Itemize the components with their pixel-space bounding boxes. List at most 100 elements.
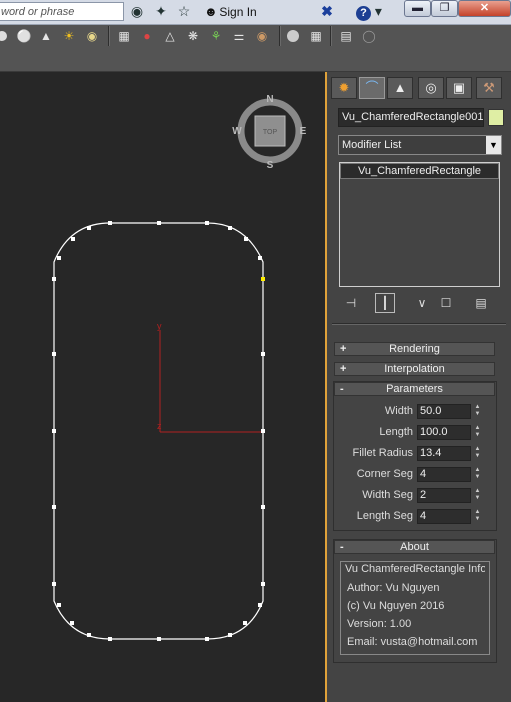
selected-vertex[interactable] <box>261 277 265 281</box>
vertex[interactable] <box>243 621 247 625</box>
corner-seg-spinner[interactable]: ▲ ▼ <box>473 467 482 482</box>
vertex[interactable] <box>261 582 265 586</box>
search-input[interactable]: word or phrase <box>0 2 124 21</box>
vertex[interactable] <box>71 237 75 241</box>
tab-modify[interactable]: ⌒ <box>359 77 385 99</box>
particle-icon[interactable]: ❋ <box>185 28 201 44</box>
rollout-interpolation[interactable]: + Interpolation <box>334 362 495 376</box>
molecule-icon[interactable]: ● <box>139 28 155 44</box>
corner-seg-field[interactable]: 4 <box>417 467 471 482</box>
vertex[interactable] <box>205 637 209 641</box>
modifier-stack[interactable] <box>339 162 500 287</box>
tab-create[interactable]: ✹ <box>331 77 357 99</box>
sun-icon[interactable]: ☀ <box>61 28 77 44</box>
vertex[interactable] <box>258 256 262 260</box>
vertex[interactable] <box>157 637 161 641</box>
rollout-about[interactable]: - About <box>334 540 495 554</box>
width-seg-field[interactable]: 2 <box>417 488 471 503</box>
rollout-rendering[interactable]: + Rendering <box>334 342 495 356</box>
vertex[interactable] <box>87 633 91 637</box>
spline-vertices <box>52 221 265 641</box>
vertex[interactable] <box>261 505 265 509</box>
sphere-icon[interactable] <box>0 28 10 44</box>
length-spinner[interactable]: ▲ ▼ <box>473 425 482 440</box>
pin-stack-icon[interactable]: ⊣ <box>342 294 360 312</box>
document-icon[interactable]: ▤ <box>338 28 354 44</box>
sign-in-button[interactable]: ☻ Sign In <box>204 2 257 21</box>
length-seg-field[interactable]: 4 <box>417 509 471 524</box>
vertex[interactable] <box>52 582 56 586</box>
help-icon[interactable]: ◯ <box>361 28 377 44</box>
vertex[interactable] <box>70 621 74 625</box>
viewcube[interactable]: TOP N S E W <box>232 94 306 171</box>
bone-icon[interactable]: △ <box>162 28 178 44</box>
camera-icon[interactable]: ◉ <box>254 28 270 44</box>
star-icon[interactable]: ☆ <box>175 2 193 21</box>
viewport-top[interactable]: y z TOP N S E W <box>0 72 325 702</box>
width-spinner[interactable]: ▲ ▼ <box>473 404 482 419</box>
vertex[interactable] <box>52 277 56 281</box>
width-field[interactable]: 50.0 <box>417 404 471 419</box>
vertex[interactable] <box>258 603 262 607</box>
object-name-field[interactable]: Vu_ChamferedRectangle001 <box>338 108 484 127</box>
vertex[interactable] <box>157 221 161 225</box>
vertex[interactable] <box>205 221 209 225</box>
viewport-canvas[interactable]: y z TOP N S E W <box>0 72 325 702</box>
restore-button[interactable]: ❐ <box>431 0 458 17</box>
make-unique-icon[interactable]: ∨ <box>413 294 431 312</box>
corner-seg-label: Corner Seg <box>356 468 413 480</box>
rollout-parameters[interactable]: - Parameters <box>334 382 495 396</box>
vertex[interactable] <box>108 637 112 641</box>
configure-sets-icon[interactable]: ▤ <box>472 294 490 312</box>
vertex[interactable] <box>87 226 91 230</box>
grid-icon[interactable]: ▦ <box>116 28 132 44</box>
vertex[interactable] <box>52 352 56 356</box>
close-button[interactable]: ✕ <box>458 0 511 17</box>
vertex[interactable] <box>261 352 265 356</box>
vertex[interactable] <box>57 256 61 260</box>
compass-west: W <box>232 126 242 137</box>
window-controls: ▬ ❐ ✕ <box>404 0 511 20</box>
vertex[interactable] <box>244 237 248 241</box>
tab-utilities[interactable]: ⚒ <box>476 77 502 99</box>
length-seg-spinner[interactable]: ▲ ▼ <box>473 509 482 524</box>
donut-icon[interactable]: ⚪ <box>16 28 32 44</box>
table-icon[interactable]: ▦ <box>308 28 324 44</box>
tab-display[interactable]: ▣ <box>446 77 472 99</box>
object-color-swatch[interactable] <box>488 109 504 126</box>
vertex[interactable] <box>52 505 56 509</box>
binoculars-icon[interactable]: ◉ <box>128 2 146 21</box>
chevron-down-icon[interactable]: ▼ <box>486 136 501 154</box>
tab-motion[interactable]: ◎ <box>418 77 444 99</box>
modifier-stack-item[interactable]: Vu_ChamferedRectangle <box>340 163 499 179</box>
toolbar-separator <box>108 26 110 46</box>
vertex[interactable] <box>108 221 112 225</box>
fillet-radius-spinner[interactable]: ▲ ▼ <box>473 446 482 461</box>
plant-icon[interactable]: ⚘ <box>208 28 224 44</box>
vertex[interactable] <box>52 429 56 433</box>
vertex[interactable] <box>261 429 265 433</box>
exchange-icon[interactable]: ✖ <box>318 2 336 21</box>
about-copyright: (c) Vu Nguyen 2016 <box>347 600 445 612</box>
length-field[interactable]: 100.0 <box>417 425 471 440</box>
width-seg-spinner[interactable]: ▲ ▼ <box>473 488 482 503</box>
viewcube-label: TOP <box>263 129 278 136</box>
foot-icon[interactable]: ⚌ <box>231 28 247 44</box>
chamfered-rectangle-spline[interactable] <box>53 222 264 640</box>
vertex[interactable] <box>228 633 232 637</box>
fillet-radius-field[interactable]: 13.4 <box>417 446 471 461</box>
help-icon[interactable]: ? ▾ <box>354 2 384 21</box>
compass-north: N <box>266 94 273 105</box>
minimize-button[interactable]: ▬ <box>404 0 431 17</box>
show-end-result-icon[interactable]: ┃ <box>375 293 395 313</box>
remove-modifier-icon[interactable]: ☐ <box>437 294 455 312</box>
ball-icon[interactable] <box>285 28 301 44</box>
cone-icon[interactable]: ▲ <box>38 28 54 44</box>
vertex[interactable] <box>228 226 232 230</box>
vertex[interactable] <box>57 603 61 607</box>
tab-hierarchy[interactable]: ▲ <box>387 77 413 99</box>
modifier-list-label: Modifier List <box>342 139 402 151</box>
modifier-list-dropdown[interactable]: Modifier List ▼ <box>338 135 502 155</box>
light-icon[interactable]: ◉ <box>84 28 100 44</box>
satellite-icon[interactable]: ✦ <box>152 2 170 21</box>
